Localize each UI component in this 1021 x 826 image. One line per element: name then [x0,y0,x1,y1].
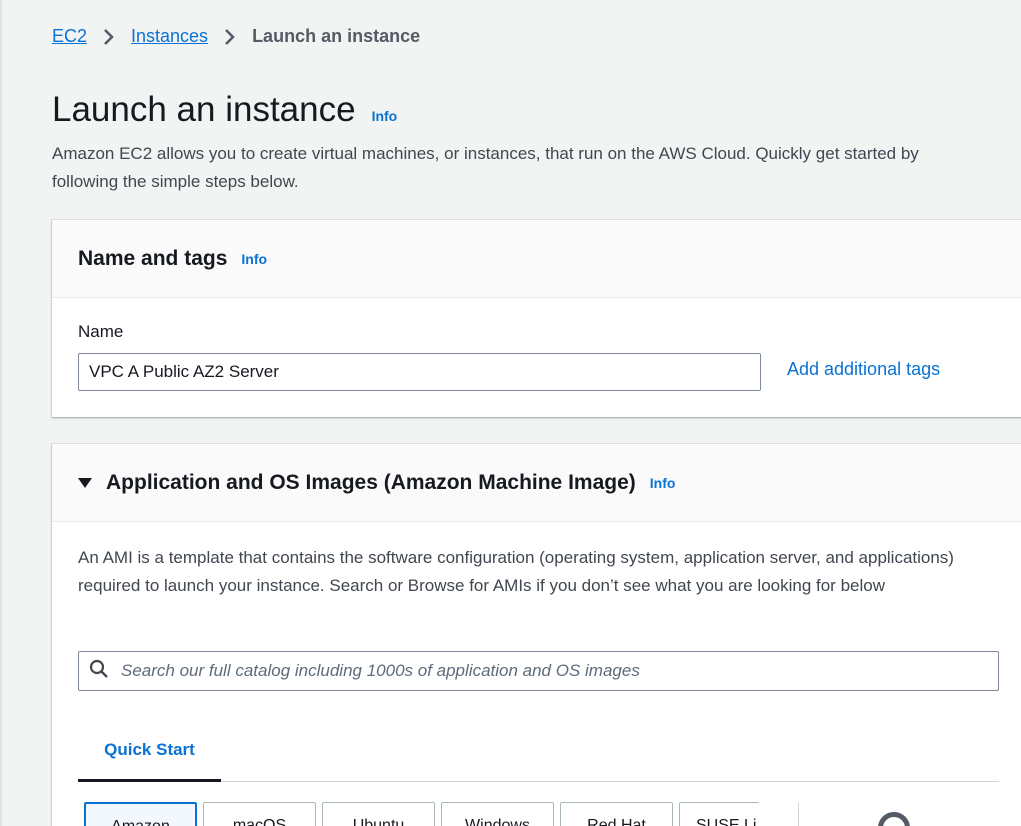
ami-title: Application and OS Images (Amazon Machin… [106,470,636,494]
page-info-link[interactable]: Info [372,108,398,124]
name-input[interactable] [78,353,761,391]
chevron-right-icon [220,27,240,47]
add-additional-tags-link[interactable]: Add additional tags [787,359,940,380]
chevron-right-icon [99,27,119,47]
ami-tabs: Quick Start [78,721,999,782]
browse-more-amis-icon[interactable] [878,812,910,826]
breadcrumb-current: Launch an instance [252,26,421,46]
ami-search-box[interactable] [78,651,999,691]
os-tile-windows[interactable]: Windows [441,802,554,826]
os-tile-ubuntu[interactable]: Ubuntu [322,802,435,826]
name-label: Name [78,322,124,341]
ami-search-input[interactable] [119,660,998,682]
page: EC2 Instances Launch an instance Launch … [0,0,1021,826]
os-tile-macos[interactable]: macOS [203,802,316,826]
name-and-tags-panel: Name and tags Info Name Add additional t… [52,220,1021,417]
tiles-divider [798,802,799,826]
name-and-tags-title: Name and tags [78,246,228,270]
breadcrumb-instances-link[interactable]: Instances [131,26,208,47]
os-tile-suse[interactable]: SUSE Li [679,802,759,826]
tab-quick-start[interactable]: Quick Start [78,721,221,782]
os-tile-amazon[interactable]: Amazon [84,802,197,826]
ami-description: An AMI is a template that contains the s… [78,548,954,595]
name-and-tags-info-link[interactable]: Info [241,251,267,267]
ami-info-link[interactable]: Info [650,475,676,491]
ami-panel: Application and OS Images (Amazon Machin… [52,444,1021,826]
page-title: Launch an instance [52,90,356,129]
ami-header[interactable]: Application and OS Images (Amazon Machin… [52,444,1021,522]
page-description: Amazon EC2 allows you to create virtual … [52,144,919,191]
os-tile-red-hat[interactable]: Red Hat [560,802,673,826]
breadcrumb: EC2 Instances Launch an instance [52,26,420,47]
breadcrumb-ec2-link[interactable]: EC2 [52,26,87,47]
os-tiles: Amazon macOS Ubuntu Windows Red Hat SUSE… [84,802,759,826]
page-header: Launch an instance Info [52,90,397,130]
search-icon [89,659,109,684]
caret-down-icon[interactable] [78,477,92,488]
name-and-tags-header: Name and tags Info [52,220,1021,298]
